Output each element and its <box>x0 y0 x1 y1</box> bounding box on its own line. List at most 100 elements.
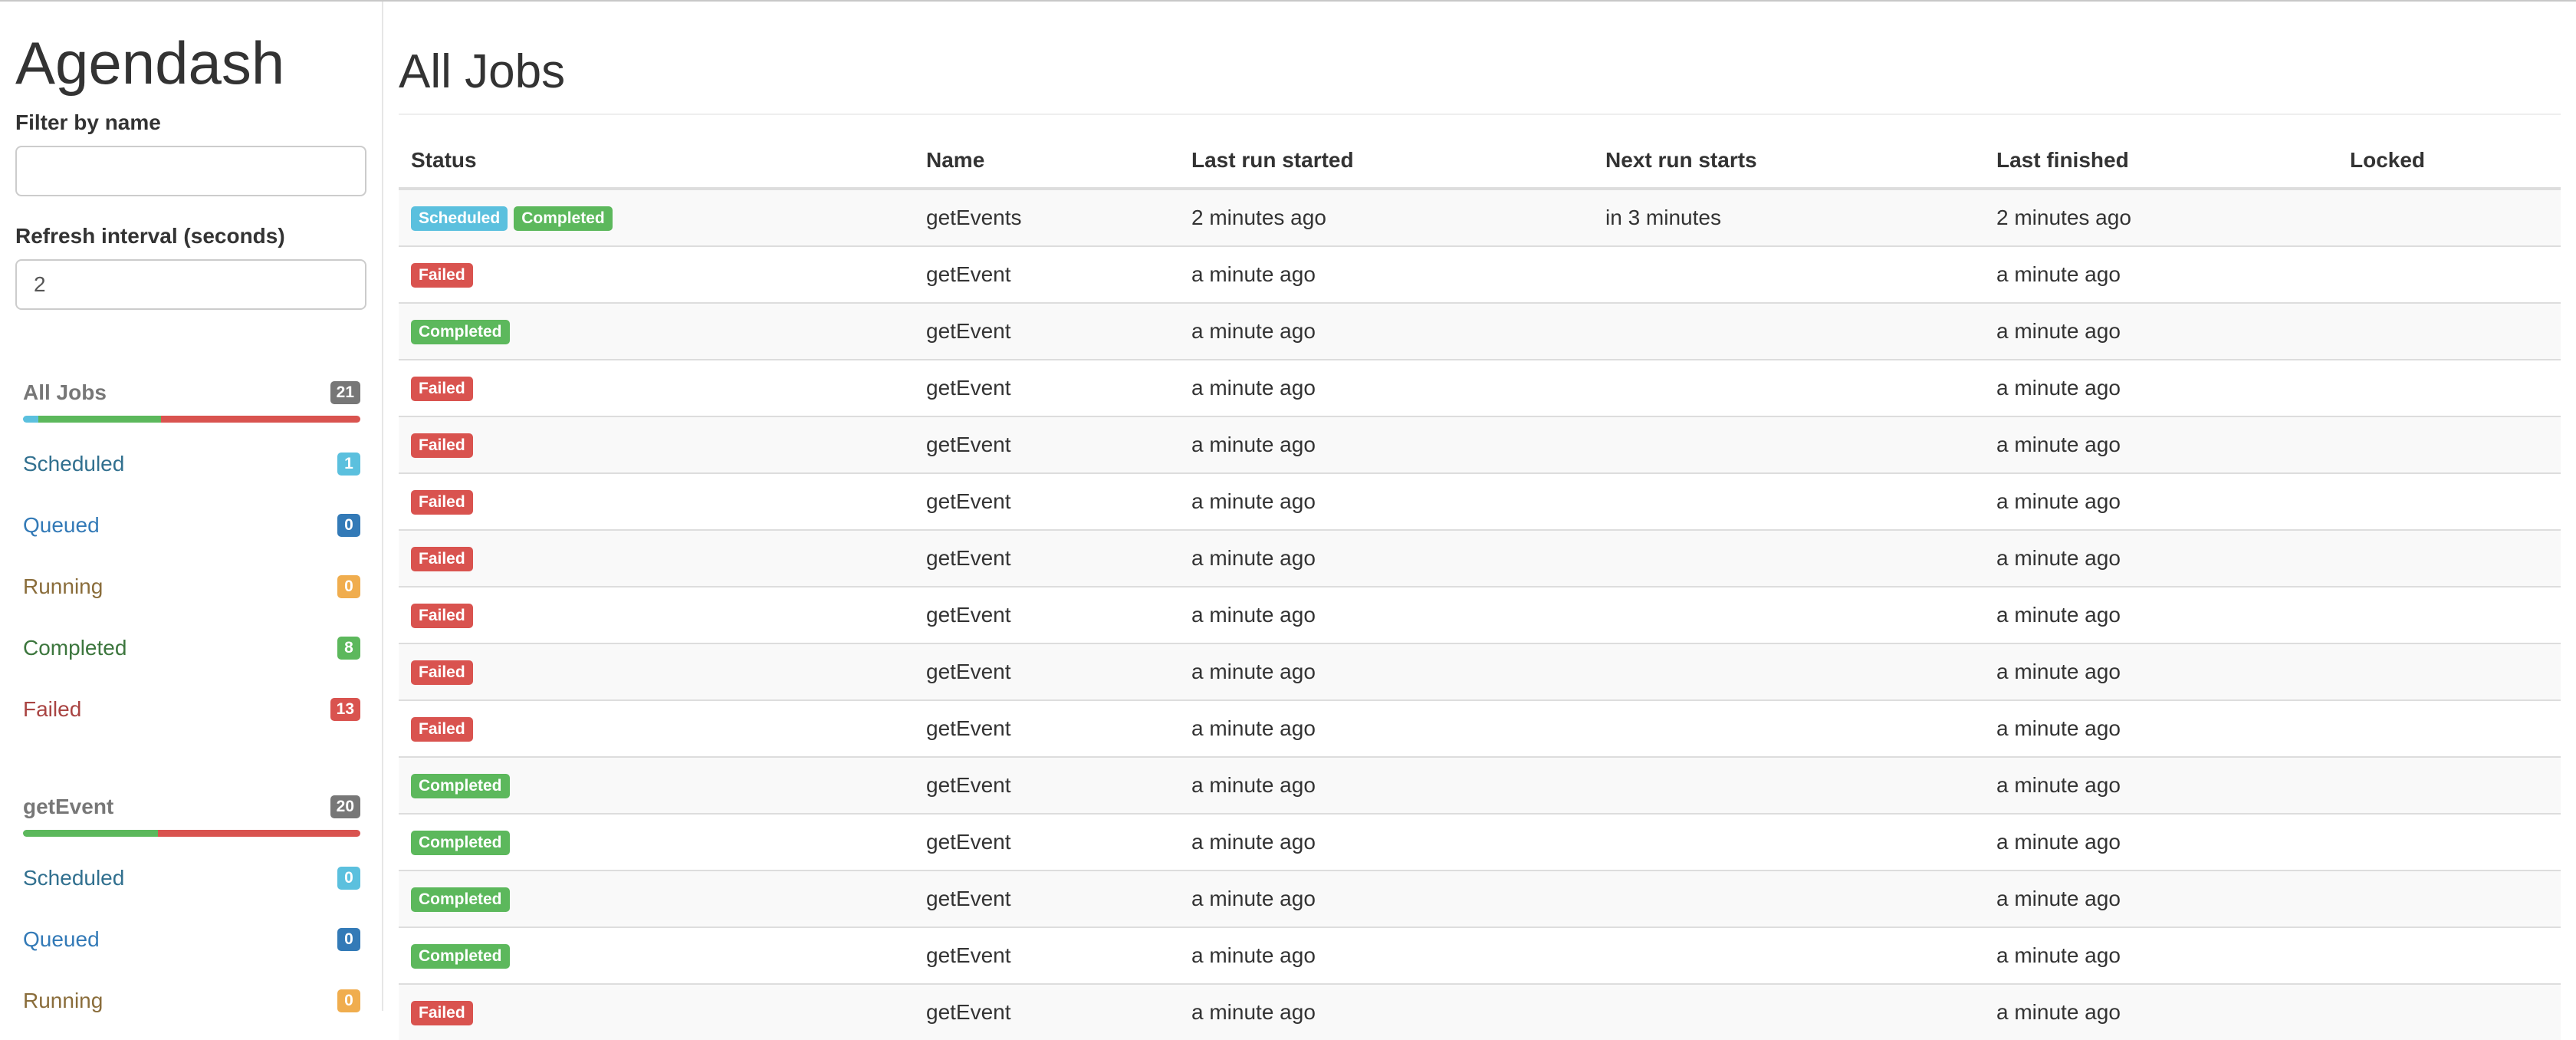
status-link-queued[interactable]: Queued 0 <box>23 495 360 556</box>
job-next-run-cell <box>1593 529 1984 587</box>
job-last-finished-cell: a minute ago <box>1984 756 2338 814</box>
job-row[interactable]: Failed getEvent a minute ago a minute ago <box>399 643 2561 700</box>
job-last-finished-cell: 2 minutes ago <box>1984 188 2338 246</box>
refresh-interval-input[interactable] <box>15 259 366 310</box>
job-row[interactable]: Completed getEvent a minute ago a minute ag… <box>399 756 2561 814</box>
status-label[interactable]: Queued <box>23 513 100 537</box>
job-status-cell: Failed <box>399 472 914 530</box>
status-label-failed: Failed <box>411 376 473 401</box>
status-link-failed[interactable]: Failed 13 <box>23 679 360 740</box>
job-row[interactable]: Completed getEvent a minute ago a minute ag… <box>399 302 2561 360</box>
job-last-finished-cell: a minute ago <box>1984 699 2338 757</box>
status-label[interactable]: Completed <box>23 636 127 660</box>
status-label-failed: Failed <box>411 1000 473 1025</box>
job-name-cell: getEvent <box>914 302 1179 360</box>
job-last-finished-cell: a minute ago <box>1984 586 2338 643</box>
job-row[interactable]: Failed getEvent a minute ago a minute ago <box>399 359 2561 416</box>
job-locked-cell <box>2338 699 2561 757</box>
job-locked-cell <box>2338 813 2561 871</box>
job-next-run-cell <box>1593 302 1984 360</box>
job-name-cell: getEvent <box>914 926 1179 984</box>
status-label[interactable]: Running <box>23 574 103 598</box>
job-row[interactable]: Completed getEvent a minute ago a minute ag… <box>399 926 2561 984</box>
job-row[interactable]: Failed getEvent a minute ago a minute ago <box>399 245 2561 303</box>
job-name-cell: getEvent <box>914 472 1179 530</box>
status-link-scheduled[interactable]: Scheduled 1 <box>23 433 360 495</box>
status-link-completed[interactable]: Completed 8 <box>23 617 360 679</box>
job-name-cell: getEvent <box>914 756 1179 814</box>
job-name-cell: getEvent <box>914 416 1179 473</box>
status-label-completed: Completed <box>411 319 510 344</box>
status-label[interactable]: Scheduled <box>23 452 124 476</box>
status-label[interactable]: Running <box>23 989 103 1012</box>
job-status-cell: Completed <box>399 926 914 984</box>
job-last-finished-cell: a minute ago <box>1984 472 2338 530</box>
column-header-locked: Locked <box>2338 133 2561 190</box>
job-last-finished-cell: a minute ago <box>1984 359 2338 416</box>
title-divider <box>399 114 2561 115</box>
job-locked-cell <box>2338 586 2561 643</box>
status-link-running[interactable]: Running 0 <box>23 970 360 1032</box>
status-label[interactable]: Scheduled <box>23 866 124 890</box>
job-last-finished-cell: a minute ago <box>1984 813 2338 871</box>
jobs-table: Status Name Last run started Next run st… <box>399 133 2561 1040</box>
job-locked-cell <box>2338 983 2561 1040</box>
group-status-bar <box>23 416 360 423</box>
main-content: All Jobs Status Name Last run started Ne… <box>399 2 2561 1040</box>
status-link-running[interactable]: Running 0 <box>23 556 360 617</box>
job-row[interactable]: Failed getEvent a minute ago a minute ago <box>399 699 2561 757</box>
job-row[interactable]: Failed getEvent a minute ago a minute ago <box>399 529 2561 587</box>
job-last-run-cell: a minute ago <box>1179 529 1593 587</box>
job-last-run-cell: a minute ago <box>1179 699 1593 757</box>
job-name-cell: getEvent <box>914 586 1179 643</box>
job-last-run-cell: a minute ago <box>1179 416 1593 473</box>
status-label-failed: Failed <box>411 262 473 288</box>
job-last-run-cell: a minute ago <box>1179 983 1593 1040</box>
job-last-run-cell: a minute ago <box>1179 756 1593 814</box>
status-count-badge: 8 <box>337 637 360 660</box>
status-count-badge: 0 <box>337 989 360 1012</box>
job-status-cell: Completed <box>399 756 914 814</box>
group-title[interactable]: All Jobs <box>23 377 107 408</box>
job-last-run-cell: a minute ago <box>1179 472 1593 530</box>
job-row[interactable]: Failed getEvent a minute ago a minute ago <box>399 416 2561 473</box>
job-status-cell: Scheduled Completed <box>399 188 914 246</box>
job-last-finished-cell: a minute ago <box>1984 870 2338 927</box>
job-row[interactable]: Scheduled Completed getEvents 2 minutes ago… <box>399 188 2561 246</box>
job-locked-cell <box>2338 756 2561 814</box>
job-locked-cell <box>2338 302 2561 360</box>
job-row[interactable]: Failed getEvent a minute ago a minute ago <box>399 983 2561 1040</box>
status-label[interactable]: Queued <box>23 927 100 951</box>
status-link-scheduled[interactable]: Scheduled 0 <box>23 847 360 909</box>
job-locked-cell <box>2338 926 2561 984</box>
job-next-run-cell <box>1593 870 1984 927</box>
job-next-run-cell: in 3 minutes <box>1593 188 1984 246</box>
status-link-queued[interactable]: Queued 0 <box>23 909 360 970</box>
group-title[interactable]: getEvent <box>23 792 113 822</box>
job-locked-cell <box>2338 416 2561 473</box>
group-header[interactable]: All Jobs 21 <box>23 377 360 408</box>
job-name-cell: getEvent <box>914 813 1179 871</box>
page-title: All Jobs <box>399 45 566 98</box>
status-count-badge: 13 <box>330 698 360 721</box>
status-count-badge: 0 <box>337 928 360 951</box>
filter-name-input[interactable] <box>15 146 366 196</box>
job-row[interactable]: Completed getEvent a minute ago a minute ag… <box>399 870 2561 927</box>
group-header[interactable]: getEvent 20 <box>23 792 360 822</box>
job-last-run-cell: a minute ago <box>1179 302 1593 360</box>
job-status-cell: Failed <box>399 983 914 1040</box>
status-label[interactable]: Failed <box>23 697 81 721</box>
status-label-failed: Failed <box>411 433 473 458</box>
job-locked-cell <box>2338 359 2561 416</box>
job-name-cell: getEvent <box>914 359 1179 416</box>
job-status-cell: Failed <box>399 529 914 587</box>
job-row[interactable]: Failed getEvent a minute ago a minute ago <box>399 586 2561 643</box>
job-status-cell: Completed <box>399 813 914 871</box>
status-count-badge: 1 <box>337 453 360 476</box>
job-row[interactable]: Completed getEvent a minute ago a minute ag… <box>399 813 2561 871</box>
job-status-cell: Failed <box>399 643 914 700</box>
job-last-run-cell: a minute ago <box>1179 926 1593 984</box>
job-row[interactable]: Failed getEvent a minute ago a minute ago <box>399 472 2561 530</box>
job-status-cell: Failed <box>399 359 914 416</box>
job-last-run-cell: a minute ago <box>1179 586 1593 643</box>
